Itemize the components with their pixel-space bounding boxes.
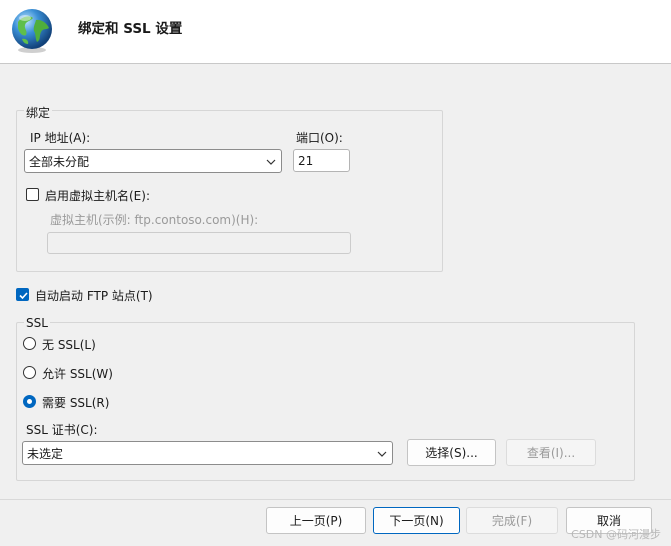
port-input[interactable]: 21 [293,149,350,172]
radio-allow-ssl-label: 允许 SSL(W) [42,367,113,381]
virtual-host-checkbox[interactable] [26,188,39,201]
virtual-host-label: 虚拟主机(示例: ftp.contoso.com)(H): [50,213,259,227]
radio-allow-ssl[interactable] [23,366,36,379]
wizard-header: 绑定和 SSL 设置 [0,0,671,64]
radio-require-ssl-label: 需要 SSL(R) [42,396,110,410]
ssl-cert-value: 未选定 [27,446,64,461]
radio-require-ssl[interactable] [23,395,36,408]
autostart-label: 自动启动 FTP 站点(T) [35,289,153,303]
ssl-cert-label: SSL 证书(C): [26,423,98,437]
watermark: CSDN @码河漫步 [571,528,661,541]
autostart-checkbox[interactable] [16,288,29,301]
virtual-host-checkbox-label: 启用虚拟主机名(E): [45,189,150,203]
binding-legend: 绑定 [24,104,53,121]
footer-divider [0,499,671,500]
previous-button[interactable]: 上一页(P) [266,507,366,534]
port-label: 端口(O): [296,131,343,145]
ip-address-label: IP 地址(A): [30,131,91,145]
globe-icon [12,9,52,53]
checkmark-icon [19,292,28,300]
virtual-host-input[interactable] [47,232,351,254]
ip-address-value: 全部未分配 [29,154,90,169]
radio-no-ssl[interactable] [23,337,36,350]
ssl-legend: SSL [24,316,50,330]
port-value: 21 [298,153,314,168]
finish-button[interactable]: 完成(F) [466,507,558,534]
radio-no-ssl-label: 无 SSL(L) [42,338,96,352]
select-cert-button[interactable]: 选择(S)... [407,439,496,466]
view-cert-button[interactable]: 查看(I)... [506,439,596,466]
ssl-cert-select[interactable]: 未选定 [22,441,393,465]
ip-address-select[interactable]: 全部未分配 [24,149,282,173]
page-title: 绑定和 SSL 设置 [78,21,183,37]
chevron-down-icon [266,159,276,165]
chevron-down-icon [377,451,387,457]
next-button[interactable]: 下一页(N) [373,507,460,534]
